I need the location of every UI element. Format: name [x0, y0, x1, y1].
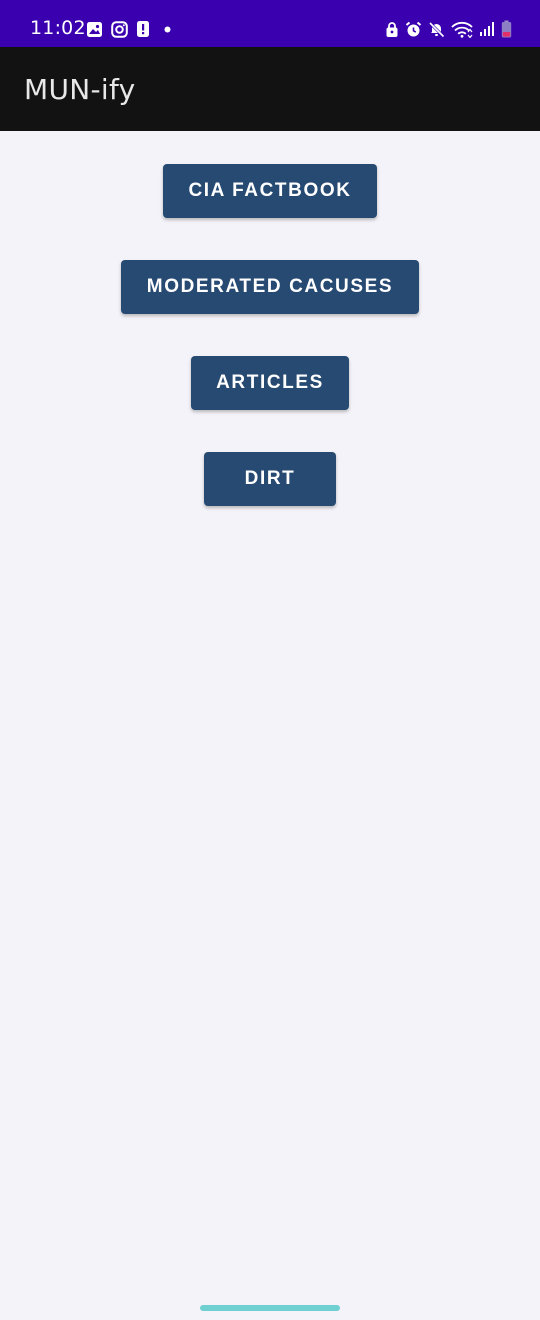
status-time: 11:02: [30, 17, 86, 39]
instagram-icon: [111, 20, 128, 38]
home-indicator[interactable]: [200, 1305, 340, 1311]
moderated-caucuses-button[interactable]: MODERATED CACUSES: [121, 260, 419, 314]
dirt-button[interactable]: DIRT: [204, 452, 336, 506]
cia-factbook-button[interactable]: CIA FACTBOOK: [163, 164, 377, 218]
app-title: MUN-ify: [24, 73, 136, 106]
dot-icon: [164, 26, 171, 33]
articles-button[interactable]: ARTICLES: [191, 356, 349, 410]
mute-icon: [428, 21, 445, 38]
status-notification-icons: [86, 20, 171, 38]
lock-icon: [385, 21, 399, 38]
alert-icon: [136, 20, 150, 38]
gallery-icon: [86, 21, 103, 38]
status-system-icons: [385, 19, 512, 39]
app-bar: MUN-ify: [0, 47, 540, 131]
wifi-icon: [451, 21, 473, 38]
signal-icon: [479, 21, 495, 37]
status-bar: 11:02: [0, 0, 540, 47]
alarm-icon: [405, 21, 422, 38]
battery-icon: [501, 20, 512, 38]
